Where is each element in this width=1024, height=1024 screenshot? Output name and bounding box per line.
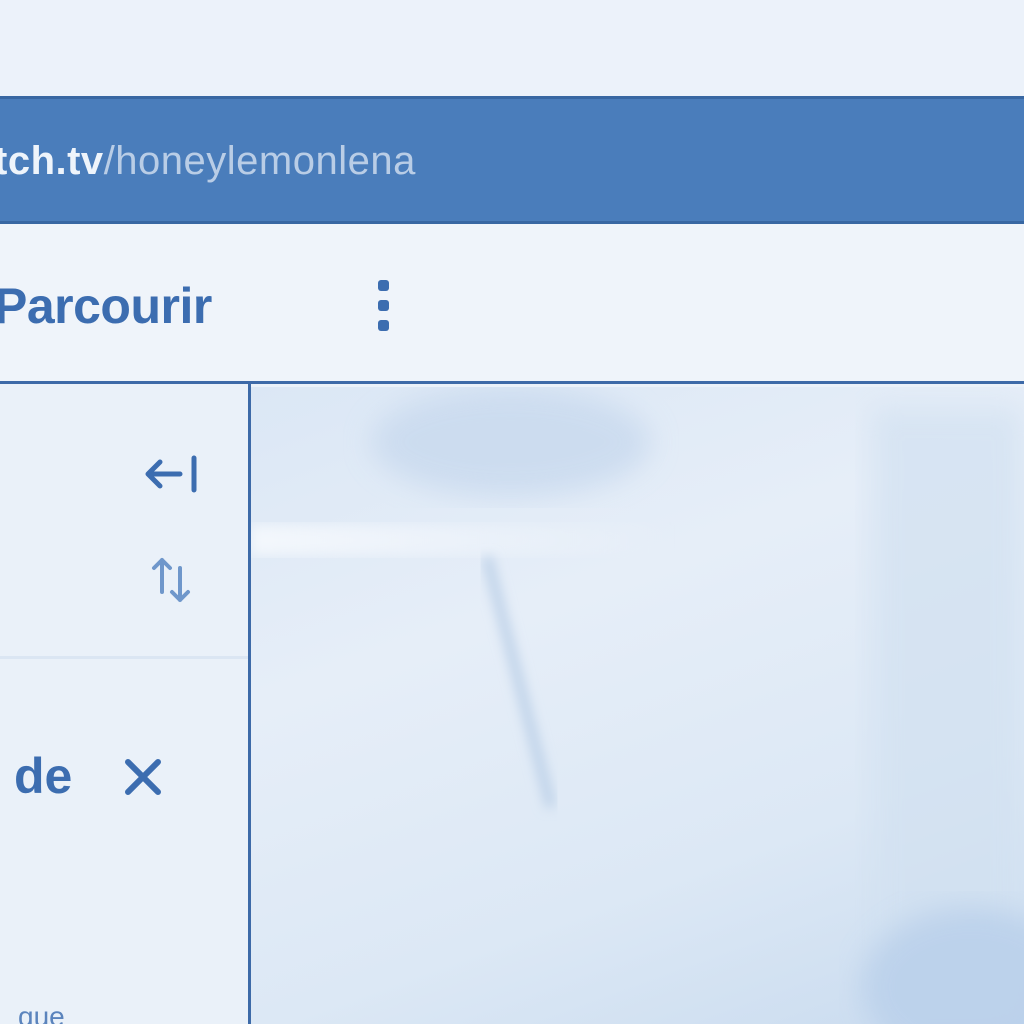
sidebar xyxy=(0,384,248,1024)
video-frame xyxy=(251,387,1024,1024)
sort-arrows-icon[interactable] xyxy=(144,552,200,608)
collapse-left-icon[interactable] xyxy=(144,452,200,496)
more-options-button[interactable] xyxy=(366,276,402,338)
dot-1 xyxy=(378,280,389,291)
url-host: tch.tv xyxy=(0,139,104,183)
browser-top-strip xyxy=(0,0,1024,96)
popup-title: de xyxy=(14,748,73,804)
url-path: /honeylemonlena xyxy=(103,139,416,183)
video-player[interactable] xyxy=(251,387,1024,1024)
dot-3 xyxy=(378,320,389,331)
address-bar[interactable]: tch.tv/honeylemonlena xyxy=(0,96,1024,224)
url-text[interactable]: tch.tv/honeylemonlena xyxy=(0,137,416,185)
dot-2 xyxy=(378,300,389,311)
browse-link[interactable]: Parcourir xyxy=(0,278,212,334)
close-icon[interactable] xyxy=(120,752,168,800)
twitch-page: tch.tv/honeylemonlena Parcourir de que xyxy=(0,0,1024,1024)
sidebar-section-divider xyxy=(0,656,248,659)
popup-body-text: que xyxy=(18,1001,65,1024)
